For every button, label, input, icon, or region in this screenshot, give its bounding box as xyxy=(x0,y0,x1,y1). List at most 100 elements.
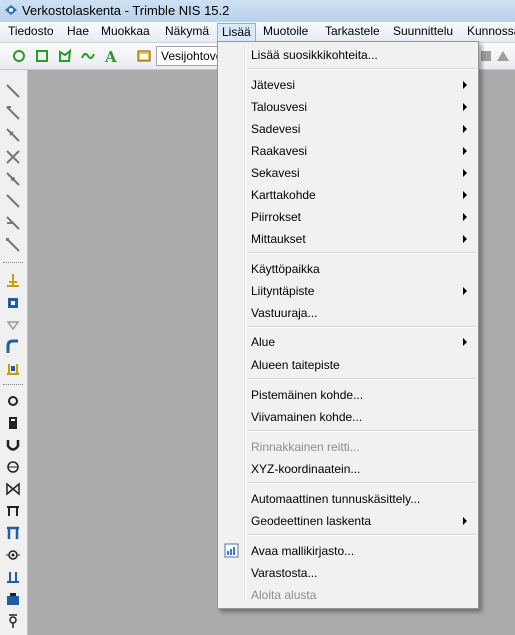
manhole-icon[interactable] xyxy=(4,392,22,410)
gate-valve-icon[interactable] xyxy=(4,480,22,498)
menu-item-label: Lisää suosikkikohteita... xyxy=(251,48,378,62)
menu-item-raakavesi[interactable]: Raakavesi xyxy=(218,141,478,161)
menu-item-rinnakkainen-reitti: Rinnakkainen reitti... xyxy=(218,437,478,457)
menu-item-mittaukset[interactable]: Mittaukset xyxy=(218,229,478,249)
menu-tiedosto[interactable]: Tiedosto xyxy=(4,22,58,41)
curve-tool-icon[interactable] xyxy=(80,48,96,64)
submenu-arrow-icon xyxy=(463,517,467,525)
hydrant-icon[interactable] xyxy=(4,272,22,290)
menu-item-automaattinen-tunnuskasittely[interactable]: Automaattinen tunnuskäsittely... xyxy=(218,489,478,509)
menu-item-label: Viivamainen kohde... xyxy=(251,410,363,424)
menu-item-label: Käyttöpaikka xyxy=(251,262,320,276)
menu-item-label: Avaa mallikirjasto... xyxy=(251,544,355,558)
menu-item-label: Alue xyxy=(251,335,276,349)
menu-item-sekavesi[interactable]: Sekavesi xyxy=(218,163,478,183)
submenu-arrow-icon xyxy=(463,147,467,155)
menu-separator xyxy=(248,378,476,380)
layer-icon[interactable] xyxy=(136,48,152,64)
menu-nakyma[interactable]: Näkymä xyxy=(161,22,213,41)
menu-bar: Tiedosto Hae Muokkaa Näkymä Lisää Muotoi… xyxy=(0,22,515,43)
menu-item-alueen-taitepiste[interactable]: Alueen taitepiste xyxy=(218,355,478,375)
line-tool-icon[interactable] xyxy=(4,236,22,254)
lisaa-dropdown-menu: Lisää suosikkikohteita... Jätevesi Talou… xyxy=(217,41,479,609)
station-icon[interactable] xyxy=(4,360,22,378)
menu-hae[interactable]: Hae xyxy=(63,22,93,41)
pump-icon[interactable] xyxy=(4,294,22,312)
menu-item-kayttopaikka[interactable]: Käyttöpaikka xyxy=(218,259,478,279)
menu-suunnittelu[interactable]: Suunnittelu xyxy=(389,22,457,41)
menu-item-label: Liityntäpiste xyxy=(251,284,315,298)
svg-text:A: A xyxy=(104,48,117,64)
menu-item-vastuuraja[interactable]: Vastuuraja... xyxy=(218,303,478,323)
menu-item-lisaa-suosikkikohteita[interactable]: Lisää suosikkikohteita... xyxy=(218,45,478,65)
submenu-arrow-icon xyxy=(463,338,467,346)
menu-item-liityntapiste[interactable]: Liityntäpiste xyxy=(218,281,478,301)
menu-item-piirrokset[interactable]: Piirrokset xyxy=(218,207,478,227)
menu-item-talousvesi[interactable]: Talousvesi xyxy=(218,97,478,117)
menu-item-label: XYZ-koordinaatein... xyxy=(251,462,361,476)
menu-kunnossapito[interactable]: Kunnossapito xyxy=(463,22,515,41)
line-tool-icon[interactable] xyxy=(4,214,22,232)
menu-item-jatevesi[interactable]: Jätevesi xyxy=(218,75,478,95)
menu-muotoile[interactable]: Muotoile xyxy=(259,22,312,41)
line-tool-icon[interactable] xyxy=(4,170,22,188)
menu-item-sadevesi[interactable]: Sadevesi xyxy=(218,119,478,139)
menu-item-karttakohde[interactable]: Karttakohde xyxy=(218,185,478,205)
menu-lisaa[interactable]: Lisää xyxy=(217,23,256,42)
menu-separator xyxy=(248,252,476,254)
menu-separator xyxy=(248,534,476,536)
menu-item-label: Sadevesi xyxy=(251,122,301,136)
menu-item-label: Varastosta... xyxy=(251,566,318,580)
menu-item-xyz-koordinaatein[interactable]: XYZ-koordinaatein... xyxy=(218,459,478,479)
line-tool-icon[interactable] xyxy=(4,104,22,122)
submenu-arrow-icon xyxy=(463,235,467,243)
valve-icon[interactable] xyxy=(4,316,22,334)
submenu-arrow-icon xyxy=(463,287,467,295)
triangle-icon[interactable] xyxy=(495,48,511,64)
menu-item-alue[interactable]: Alue xyxy=(218,332,478,352)
tee-icon[interactable] xyxy=(4,524,22,542)
menu-item-geodeettinen-laskenta[interactable]: Geodeettinen laskenta xyxy=(218,511,478,531)
basin-icon[interactable] xyxy=(4,436,22,454)
well-icon[interactable] xyxy=(4,414,22,432)
cross-tool-icon[interactable] xyxy=(4,148,22,166)
menu-separator xyxy=(248,482,476,484)
menu-item-label: Sekavesi xyxy=(251,166,300,180)
menu-item-varastosta[interactable]: Varastosta... xyxy=(218,563,478,583)
menu-item-viivamainen-kohde[interactable]: Viivamainen kohde... xyxy=(218,407,478,427)
menu-separator xyxy=(248,68,476,70)
menu-tarkastele[interactable]: Tarkastele xyxy=(321,22,384,41)
circle-tool-icon[interactable] xyxy=(11,48,27,64)
submenu-arrow-icon xyxy=(463,213,467,221)
text-tool-icon[interactable]: A xyxy=(103,48,119,64)
menu-item-label: Rinnakkainen reitti... xyxy=(251,440,360,454)
rectangle-tool-icon[interactable] xyxy=(34,48,50,64)
menu-item-label: Piirrokset xyxy=(251,210,302,224)
palette-separator xyxy=(3,384,23,387)
polygon-tool-icon[interactable] xyxy=(57,48,73,64)
junction-icon[interactable] xyxy=(4,568,22,586)
menu-muokkaa[interactable]: Muokkaa xyxy=(97,22,154,41)
tank-icon[interactable] xyxy=(4,590,22,608)
meter-icon[interactable] xyxy=(4,546,22,564)
pipe-joint-icon[interactable] xyxy=(4,502,22,520)
line-tool-icon[interactable] xyxy=(4,126,22,144)
menu-item-pistemainen-kohde[interactable]: Pistemäinen kohde... xyxy=(218,385,478,405)
menu-separator xyxy=(248,430,476,432)
line-tool-icon[interactable] xyxy=(4,192,22,210)
title-bar: Verkostolaskenta - Trimble NIS 15.2 xyxy=(0,0,515,23)
layer-combo[interactable]: Vesijohtoverkko xyxy=(156,46,226,66)
menu-item-label: Talousvesi xyxy=(251,100,308,114)
connector-icon[interactable] xyxy=(4,612,22,630)
submenu-arrow-icon xyxy=(463,191,467,199)
submenu-arrow-icon xyxy=(463,169,467,177)
stop-icon[interactable] xyxy=(478,48,494,64)
drain-icon[interactable] xyxy=(4,458,22,476)
menu-item-avaa-mallikirjasto[interactable]: Avaa mallikirjasto... xyxy=(218,541,478,561)
pipe-bend-icon[interactable] xyxy=(4,338,22,356)
menu-separator xyxy=(248,326,476,328)
menu-item-label: Raakavesi xyxy=(251,144,308,158)
menu-item-label: Pistemäinen kohde... xyxy=(251,388,364,402)
window-title: Verkostolaskenta - Trimble NIS 15.2 xyxy=(22,3,230,18)
line-tool-icon[interactable] xyxy=(4,82,22,100)
